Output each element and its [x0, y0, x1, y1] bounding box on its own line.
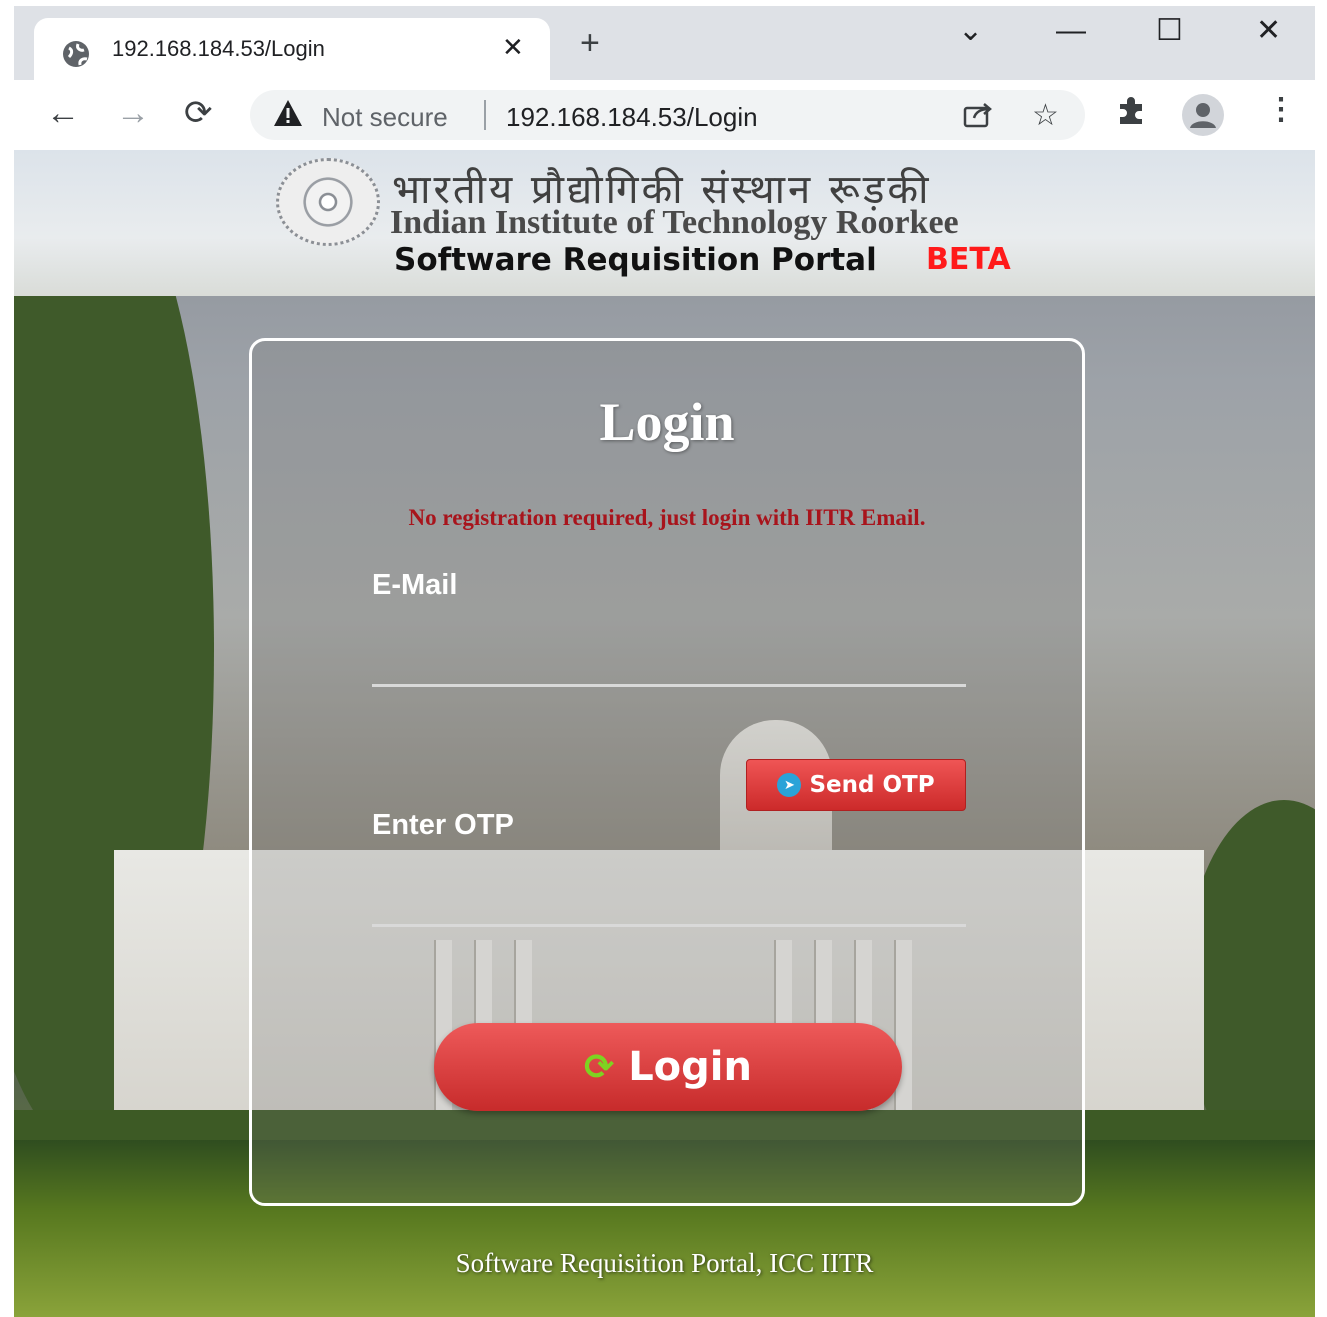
share-icon[interactable]	[962, 100, 994, 130]
otp-input[interactable]	[372, 857, 966, 927]
login-card: Login No registration required, just log…	[249, 338, 1085, 1206]
email-input[interactable]	[372, 617, 966, 687]
browser-toolbar: ← → ⟳ Not secure 192.168.184.53/Login ☆	[14, 80, 1315, 150]
close-window-button[interactable]: ✕	[1256, 16, 1281, 46]
globe-icon	[63, 41, 89, 67]
reload-button[interactable]: ⟳	[184, 96, 213, 130]
beta-badge: BETA	[926, 242, 1011, 277]
warning-icon[interactable]	[272, 98, 304, 128]
extensions-icon[interactable]	[1114, 94, 1148, 128]
profile-avatar[interactable]	[1182, 94, 1224, 136]
address-bar[interactable]: Not secure 192.168.184.53/Login ☆	[250, 90, 1085, 140]
new-tab-button[interactable]: +	[580, 26, 600, 60]
login-arrow-icon: ⟳	[584, 1046, 615, 1088]
back-button[interactable]: ←	[46, 96, 80, 130]
otp-label: Enter OTP	[372, 809, 514, 841]
registration-notice: No registration required, just login wit…	[408, 505, 926, 530]
send-icon: ➤	[777, 773, 802, 797]
iitr-seal-logo	[276, 158, 380, 246]
login-button[interactable]: ⟳ Login	[434, 1023, 902, 1111]
login-button-label: Login	[628, 1044, 752, 1090]
email-label: E-Mail	[372, 569, 458, 601]
tab-title: 192.168.184.53/Login	[112, 36, 325, 61]
send-otp-button[interactable]: ➤ Send OTP	[746, 759, 966, 811]
tab-close-icon[interactable]: ✕	[502, 32, 524, 63]
maximize-button[interactable]: ☐	[1156, 16, 1183, 46]
header-banner: भारतीय प्रौद्योगिकी संस्थान रूड़की India…	[14, 150, 1315, 296]
security-status[interactable]: Not secure	[322, 102, 448, 133]
address-divider	[484, 100, 486, 130]
url-text[interactable]: 192.168.184.53/Login	[506, 102, 758, 133]
bookmark-star-icon[interactable]: ☆	[1032, 98, 1059, 133]
tab-strip: 192.168.184.53/Login ✕ + ⌄ — ☐ ✕	[14, 6, 1315, 80]
send-otp-label: Send OTP	[809, 772, 935, 798]
tab-list-icon[interactable]: ⌄	[958, 16, 983, 46]
minimize-button[interactable]: —	[1056, 16, 1086, 46]
portal-name: Software Requisition Portal	[394, 242, 877, 278]
footer-text: Software Requisition Portal, ICC IITR	[455, 1248, 874, 1278]
browser-menu-icon[interactable]: ⋮	[1266, 92, 1296, 127]
institute-name: Indian Institute of Technology Roorkee	[390, 204, 959, 241]
browser-window: 192.168.184.53/Login ✕ + ⌄ — ☐ ✕ ← → ⟳ N…	[14, 6, 1315, 1317]
browser-tab[interactable]: 192.168.184.53/Login ✕	[34, 18, 550, 80]
page-content: भारतीय प्रौद्योगिकी संस्थान रूड़की India…	[14, 150, 1315, 1317]
login-title: Login	[599, 392, 735, 452]
forward-button[interactable]: →	[116, 96, 150, 130]
person-icon	[1190, 103, 1216, 128]
